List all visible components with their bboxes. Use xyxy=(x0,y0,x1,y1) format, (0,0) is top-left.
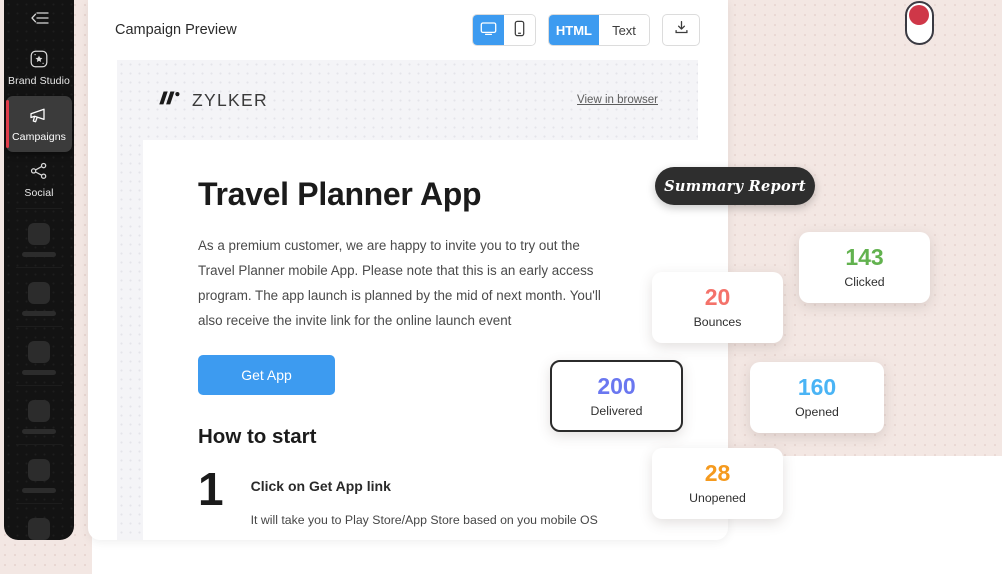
stat-value: 200 xyxy=(597,372,636,399)
summary-report-label: Summary Report xyxy=(664,177,806,195)
sidebar-collapse-button[interactable] xyxy=(4,0,74,40)
placeholder-icon xyxy=(28,518,50,540)
sidebar-item-placeholder[interactable] xyxy=(4,386,74,444)
placeholder-icon xyxy=(28,282,50,304)
sidebar-item-label: Brand Studio xyxy=(8,75,70,87)
desktop-view-button[interactable] xyxy=(472,15,504,45)
download-button[interactable] xyxy=(662,14,700,46)
device-toggle-group xyxy=(471,14,536,46)
stat-card-unopened[interactable]: 28 Unopened xyxy=(652,448,783,519)
download-icon xyxy=(673,19,690,41)
sidebar-item-placeholder[interactable] xyxy=(4,327,74,385)
placeholder-icon xyxy=(28,341,50,363)
placeholder-label xyxy=(22,429,56,434)
sidebar-item-brand-studio[interactable]: Brand Studio xyxy=(4,40,74,96)
email-heading: Travel Planner App xyxy=(198,176,482,212)
placeholder-icon xyxy=(28,400,50,422)
sidebar-item-placeholder[interactable] xyxy=(4,209,74,267)
mobile-view-button[interactable] xyxy=(503,15,535,45)
zylker-logo-icon xyxy=(157,89,183,112)
stat-label: Unopened xyxy=(689,491,746,505)
summary-report-badge: Summary Report xyxy=(655,167,815,205)
email-paragraph: As a premium customer, we are happy to i… xyxy=(198,238,601,328)
campaign-preview-card: Campaign Preview HTML Text ZYLKER View i… xyxy=(88,0,728,540)
get-app-button[interactable]: Get App xyxy=(198,355,335,395)
view-in-browser-link[interactable]: View in browser xyxy=(577,94,658,106)
email-body: Travel Planner App As a premium customer… xyxy=(143,140,698,540)
placeholder-icon xyxy=(28,459,50,481)
stat-card-bounces[interactable]: 20 Bounces xyxy=(652,272,783,343)
record-toggle[interactable] xyxy=(905,1,934,45)
step-item: 1 Click on Get App link It will take you… xyxy=(198,463,698,527)
app-root: Brand Studio Campaigns Social Campaign P… xyxy=(0,0,1002,574)
stat-value: 143 xyxy=(845,244,884,270)
sidebar-item-placeholder[interactable] xyxy=(4,268,74,326)
placeholder-label xyxy=(22,252,56,257)
sidebar-item-campaigns[interactable]: Campaigns xyxy=(6,96,72,152)
stat-value: 28 xyxy=(704,460,731,486)
step-title: Click on Get App link xyxy=(250,478,391,494)
megaphone-icon xyxy=(6,102,72,128)
stat-card-clicked[interactable]: 143 Clicked xyxy=(799,232,930,303)
sidebar-item-label: Campaigns xyxy=(11,131,66,143)
brand-logo: ZYLKER xyxy=(157,89,268,112)
star-badge-icon xyxy=(4,46,74,72)
page-title: Campaign Preview xyxy=(115,22,237,38)
stat-value: 160 xyxy=(797,374,837,400)
stat-value: 20 xyxy=(704,284,731,310)
sidebar-item-label: Social xyxy=(24,187,54,199)
stat-label: Opened xyxy=(795,405,839,419)
sidebar-item-placeholder[interactable] xyxy=(4,445,74,503)
email-preview-area: ZYLKER View in browser Travel Planner Ap… xyxy=(117,60,698,540)
stat-card-delivered[interactable]: 200 Delivered xyxy=(550,360,683,432)
sidebar-item-social[interactable]: Social xyxy=(4,152,74,208)
desktop-icon xyxy=(480,21,497,39)
stat-label: Delivered xyxy=(590,403,643,418)
format-html-button[interactable]: HTML xyxy=(548,15,599,45)
brand-name: ZYLKER xyxy=(192,89,268,110)
sidebar-item-placeholder[interactable] xyxy=(4,504,74,540)
placeholder-icon xyxy=(28,223,50,245)
mobile-icon xyxy=(513,20,526,40)
placeholder-label xyxy=(22,370,56,375)
toggle-knob xyxy=(909,5,930,26)
stat-card-opened[interactable]: 160 Opened xyxy=(750,362,884,433)
step-description: It will take you to Play Store/App Store… xyxy=(250,513,598,527)
format-text-button[interactable]: Text xyxy=(599,15,649,45)
stat-label: Bounces xyxy=(693,315,742,329)
toolbar-actions: HTML Text xyxy=(471,14,700,46)
step-number: 1 xyxy=(198,463,224,515)
placeholder-label xyxy=(22,488,56,493)
stat-label: Clicked xyxy=(844,275,885,289)
preview-toolbar: Campaign Preview HTML Text xyxy=(88,0,728,60)
sidebar: Brand Studio Campaigns Social xyxy=(4,0,74,540)
placeholder-label xyxy=(22,311,56,316)
email-header: ZYLKER View in browser xyxy=(117,60,698,140)
format-toggle-group: HTML Text xyxy=(547,14,650,46)
share-nodes-icon xyxy=(4,158,74,184)
collapse-left-icon xyxy=(30,11,49,30)
